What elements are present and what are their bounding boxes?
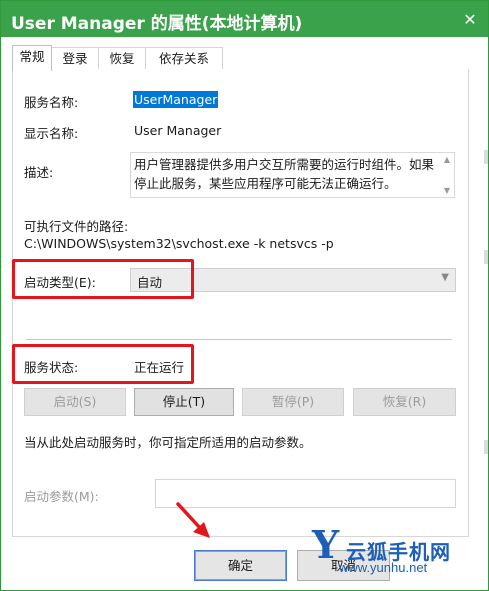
scroll-up-icon[interactable]: ▲ <box>442 155 452 164</box>
watermark-url: www.yunhu.net <box>339 560 428 575</box>
display-name-label: 显示名称: <box>24 126 79 141</box>
window-title: User Manager 的属性(本地计算机) <box>11 14 303 34</box>
watermark-logo: Y <box>312 522 340 567</box>
background-window-fragment <box>484 250 488 264</box>
executable-path-value: C:\WINDOWS\system32\svchost.exe -k netsv… <box>24 236 334 251</box>
section-divider <box>26 339 452 340</box>
description-textbox[interactable]: 用户管理器提供多用户交互所需要的运行时组件。如果停止此服务，某些应用程序可能无法… <box>130 152 455 198</box>
title-bar[interactable]: User Manager 的属性(本地计算机) ✕ <box>1 1 488 37</box>
close-icon[interactable]: ✕ <box>459 9 481 31</box>
red-arrow-annotation <box>176 502 210 538</box>
resume-button[interactable]: 恢复(R) <box>353 388 456 416</box>
description-text: 用户管理器提供多用户交互所需要的运行时组件。如果停止此服务，某些应用程序可能无法… <box>134 157 435 191</box>
startup-type-highlight <box>12 259 194 299</box>
tab-dependencies[interactable]: 依存关系 <box>145 47 223 70</box>
stop-button[interactable]: 停止(T) <box>134 388 234 416</box>
background-window-fragment <box>484 150 488 164</box>
start-button[interactable]: 启动(S) <box>24 388 126 416</box>
start-params-label: 启动参数(M): <box>24 489 99 504</box>
scroll-down-icon[interactable]: ▼ <box>442 186 452 195</box>
tab-recovery[interactable]: 恢复 <box>98 47 146 70</box>
ok-button[interactable]: 确定 <box>194 550 287 581</box>
service-status-highlight <box>12 344 194 384</box>
tab-logon[interactable]: 登录 <box>51 47 99 70</box>
background-window-fragment <box>484 440 488 454</box>
pause-button[interactable]: 暂停(P) <box>242 388 344 416</box>
service-name-label: 服务名称: <box>24 95 79 110</box>
chevron-down-icon: ▼ <box>441 272 449 283</box>
general-tab-panel <box>12 69 469 537</box>
service-name-value[interactable]: UserManager <box>133 91 219 108</box>
display-name-value: User Manager <box>134 123 222 138</box>
tab-general[interactable]: 常规 <box>12 45 52 71</box>
description-label: 描述: <box>24 165 54 180</box>
start-params-hint: 当从此处启动服务时，你可指定所适用的启动参数。 <box>24 435 312 450</box>
executable-path-label: 可执行文件的路径: <box>24 219 129 234</box>
